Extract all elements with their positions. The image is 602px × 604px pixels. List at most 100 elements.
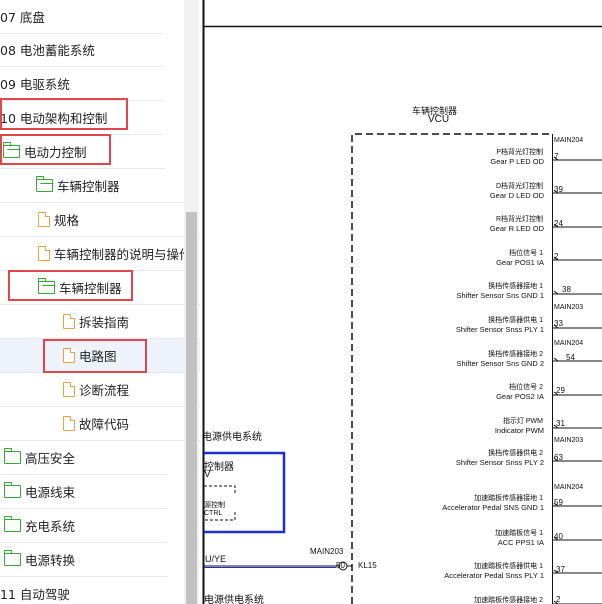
pin-number: 40 (554, 532, 563, 541)
pin-number: 39 (554, 185, 563, 194)
connector-label: MAIN204 (554, 137, 584, 144)
power-system-label: 电源供电系统 (202, 432, 262, 443)
tree-item-charging-system[interactable]: 充电系统 (0, 509, 167, 543)
pin-label-cn: 换档传感器接地 1 (488, 283, 543, 290)
tree-item-label: 07 底盘 (0, 10, 45, 25)
vcu-title-en: VCU (428, 114, 450, 125)
circuit-diagram-view[interactable]: 车辆控制器 VCU 电源供电系统 电源供电系统 控制器 V 源控制 CTRL U… (200, 0, 602, 604)
tree-item-label: 电源线束 (25, 485, 76, 500)
tree-item-label: 电路图 (79, 349, 117, 364)
pin-number: 7 (554, 152, 559, 161)
tree-item-label: 车辆控制器 (59, 281, 122, 296)
pin-label-cn: 加速踏板传感器接地 2 (474, 597, 543, 604)
circuit-diagram-lines (202, 0, 602, 604)
tree-item-electric-drive[interactable]: 09 电驱系统 (0, 67, 163, 101)
pin-label-en: Indicator PWM (494, 426, 544, 435)
connector-label: MAIN204 (554, 484, 584, 491)
tree-item-label: 电源转换 (25, 553, 76, 568)
tree-item-power-control[interactable]: 电动力控制 (0, 135, 166, 169)
tree-item-removal-guide[interactable]: 拆装指南 (0, 305, 200, 339)
pin-number: 33 (554, 319, 563, 328)
pin-label-cn: 换档传感器供电 2 (488, 450, 543, 457)
pin-label-cn: 指示灯 PWM (502, 418, 543, 425)
pin-label-cn: 加速踏板传感器供电 1 (474, 563, 543, 570)
tree-item-label: 10 电动架构和控制 (0, 111, 108, 126)
controller-sub-en: CTRL (204, 510, 223, 517)
pin-number: 37 (556, 565, 565, 574)
folder-icon (3, 448, 21, 464)
folder-icon (3, 550, 21, 566)
pin-label-cn: 档位信号 2 (509, 384, 543, 391)
pin-number: 63 (554, 453, 563, 462)
document-icon (63, 415, 76, 431)
tree-item-label: 故障代码 (79, 417, 130, 432)
tree-item-vehicle-controller-sub[interactable]: 车辆控制器 (0, 271, 200, 305)
pin-label-cn: 加速踏板信号 1 (495, 530, 543, 537)
tree-item-vehicle-controller[interactable]: 车辆控制器 (0, 169, 199, 203)
tree-item-power-conversion[interactable]: 电源转换 (0, 543, 167, 577)
tree-item-label: 拆装指南 (79, 315, 130, 330)
document-icon (63, 347, 76, 363)
tree-item-label: 09 电驱系统 (0, 77, 70, 92)
tree-item-autonomous-driving[interactable]: 11 自动驾驶 (0, 577, 163, 604)
scrollbar-thumb[interactable] (186, 212, 197, 604)
connector-label: MAIN203 (310, 547, 344, 556)
pin-label-en: Gear D LED OD (489, 191, 544, 200)
folder-icon (3, 482, 21, 498)
tree-item-electric-architecture[interactable]: 10 电动架构和控制 (0, 101, 163, 135)
folder-icon (3, 516, 21, 532)
tree-item-label: 诊断流程 (79, 383, 130, 398)
tree-item-label: 车辆控制器的说明与操作 (54, 247, 184, 262)
tree-item-power-harness[interactable]: 电源线束 (0, 475, 167, 509)
tree-item-label: 高压安全 (25, 451, 76, 466)
tree-item-fault-codes[interactable]: 故障代码 (0, 407, 200, 441)
pin-number: 59 (554, 498, 563, 507)
tree-item-label: 规格 (54, 213, 80, 228)
tree-item-battery-storage[interactable]: 08 电池蓄能系统 (0, 33, 163, 67)
pin-number: 38 (562, 285, 571, 294)
pin-label-en: Gear POS1 IA (496, 258, 544, 267)
pin-label-en: Accelerator Pedal SNS GND 1 (442, 503, 544, 512)
document-icon (38, 211, 51, 227)
tree-item-label: 电动力控制 (24, 145, 87, 160)
tree-item-specifications[interactable]: 规格 (0, 203, 200, 237)
tree-item-hv-safety[interactable]: 高压安全 (0, 441, 167, 475)
pin-label-cn: R档背光灯控制 (495, 216, 543, 223)
tree-item-label: 11 自动驾驶 (0, 587, 70, 602)
pin-label-en: Gear R LED OD (489, 224, 544, 233)
pin-label-en: Shifter Sensor Sns GND 2 (456, 359, 544, 368)
tree-item-label: 08 电池蓄能系统 (0, 43, 95, 58)
tree-item-diagnostic-flow[interactable]: 诊断流程 (0, 373, 200, 407)
pin-number: 2 (556, 595, 561, 604)
pin-label-cn: 档位信号 1 (509, 250, 543, 257)
pin-label-cn: 换档传感器供电 1 (488, 317, 543, 324)
kl15-label: KL15 (358, 561, 377, 570)
connector-label: MAIN203 (554, 437, 584, 444)
pin-label-en: Accelerator Pedal Snss PLY 1 (444, 571, 544, 580)
pin-label-en: Shifter Sensor Snss PLY 2 (455, 458, 544, 467)
pin-label-en: Shifter Sensor Snss PLY 1 (455, 325, 544, 334)
tree-item-label: 充电系统 (25, 519, 76, 534)
document-icon (63, 381, 76, 397)
power-system-label: 电源供电系统 (204, 595, 264, 604)
pin-label-cn: 换档传感器接地 2 (488, 351, 543, 358)
pin-label-cn: D档背光灯控制 (495, 183, 543, 190)
connector-label: MAIN203 (554, 304, 584, 311)
pin-label-en: Gear P LED OD (490, 157, 544, 166)
document-icon (38, 245, 51, 261)
pin-number: 50 (336, 561, 345, 570)
pin-number: 2 (554, 252, 559, 261)
pin-label-en: Shifter Sensor Sns GND 1 (456, 291, 544, 300)
pin-number: 29 (556, 386, 565, 395)
navigation-sidebar: 07 底盘 08 电池蓄能系统 09 电驱系统 10 电动架构和控制 电动力控制… (0, 0, 200, 604)
tree-item-controller-description[interactable]: 车辆控制器的说明与操作 (0, 237, 184, 271)
folder-open-icon (2, 142, 20, 158)
tree-item-chassis[interactable]: 07 底盘 (0, 0, 163, 34)
tree-item-circuit-diagram[interactable]: 电路图 (0, 339, 200, 373)
wire-color-label: U/YE (205, 554, 227, 564)
document-icon (63, 313, 76, 329)
folder-open-icon (37, 278, 55, 294)
tree-item-label: 车辆控制器 (57, 179, 120, 194)
connector-label: MAIN204 (554, 340, 584, 347)
controller-sub-cn: 源控制 (204, 502, 225, 509)
